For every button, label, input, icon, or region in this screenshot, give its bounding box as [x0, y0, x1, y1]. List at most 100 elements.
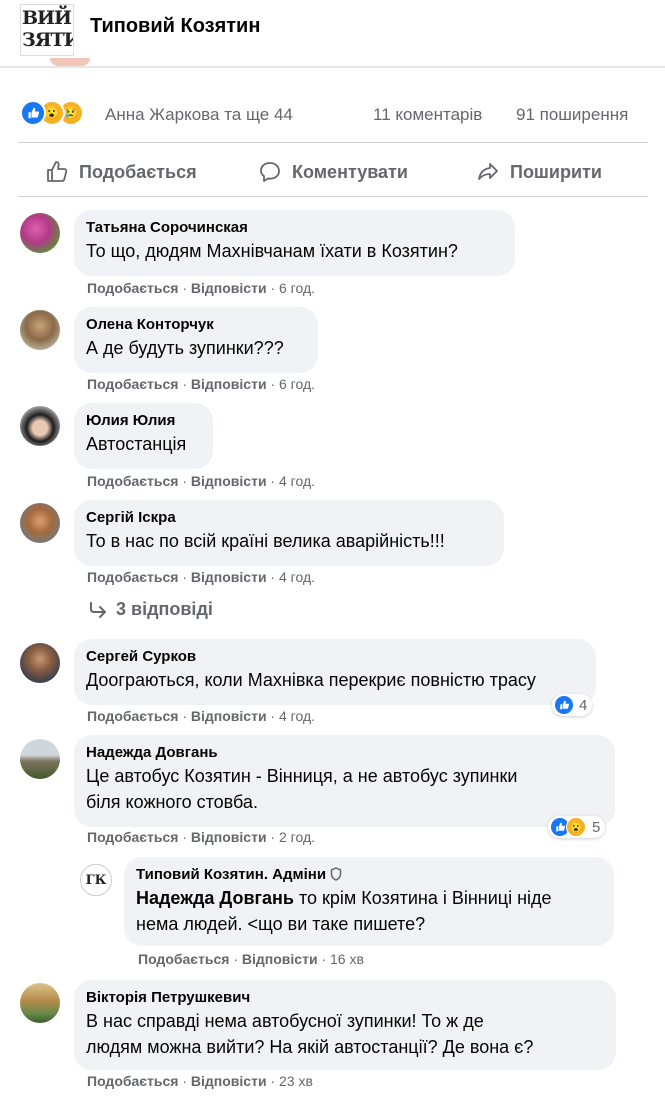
comment-text-line: людям можна вийти? На якій автостанції? … — [86, 1037, 534, 1057]
page-name[interactable]: Типовий Козятин — [90, 15, 260, 38]
comment-time[interactable]: 2 год. — [279, 829, 315, 845]
reply-bubble: Типовий Козятин. Адміни Надежда Довгань … — [124, 857, 614, 946]
comment-reply-link[interactable]: Відповісти — [191, 569, 267, 585]
comment-button-label: Коментувати — [292, 161, 408, 182]
reply-author-name: Типовий Козятин. Адміни — [136, 866, 327, 883]
page-logo[interactable]: ВИЙ ЗЯТИ — [20, 4, 74, 56]
comment-author[interactable]: Юлия Юлия — [86, 411, 201, 431]
share-arrow-icon — [478, 163, 498, 180]
like-icon[interactable] — [20, 100, 46, 126]
like-button-label: Подобається — [79, 161, 197, 182]
comment-meta: Подобається · Відповісти · 6 год. — [87, 376, 316, 392]
reaction-count: 4 — [579, 696, 588, 714]
comment-time[interactable]: 23 хв — [279, 1073, 313, 1089]
comment-time[interactable]: 4 год. — [279, 569, 315, 585]
comment-meta: Подобається · Відповісти · 23 хв — [87, 1073, 313, 1089]
comment-meta: Подобається · Відповісти · 4 год. — [87, 708, 316, 724]
page-avatar-text: ГК — [85, 872, 107, 888]
comment-time[interactable]: 6 год. — [279, 280, 315, 296]
reaction-count: 5 — [592, 818, 601, 836]
divider — [18, 196, 648, 197]
comment-reply-link[interactable]: Відповісти — [191, 1073, 267, 1089]
shares-count[interactable]: 91 поширення — [516, 105, 628, 125]
reply-time[interactable]: 16 хв — [330, 951, 364, 967]
comment-reactions[interactable]: 4 — [552, 694, 593, 716]
comment-like-link[interactable]: Подобається — [87, 569, 178, 585]
reply-reply-link[interactable]: Відповісти — [242, 951, 318, 967]
comment-reactions[interactable]: 😮 5 — [548, 816, 606, 838]
comment-author[interactable]: Олена Конторчук — [86, 315, 306, 335]
speech-bubble-icon — [260, 162, 280, 182]
comment-bubble: Сергей Сурков Доограються, коли Махнівка… — [74, 639, 596, 705]
comment-meta: Подобається · Відповісти · 2 год. — [87, 829, 316, 845]
comment-author[interactable]: Надежда Довгань — [86, 743, 603, 763]
comment-bubble: Сергій Іскра То в нас по всій країні вел… — [74, 500, 504, 566]
comment-time[interactable]: 6 год. — [279, 376, 315, 392]
comment-meta: Подобається · Відповісти · 4 год. — [87, 473, 316, 489]
view-replies-button[interactable]: 3 відповіді — [88, 599, 213, 620]
comment-author[interactable]: Татьяна Сорочинская — [86, 218, 503, 238]
share-button-label: Поширити — [510, 161, 602, 182]
avatar[interactable] — [20, 406, 60, 446]
reply-like-link[interactable]: Подобається — [138, 951, 229, 967]
share-button[interactable]: Поширити — [476, 158, 602, 186]
like-icon — [554, 695, 574, 715]
reply-text-line: нема людей. <що ви таке пишете? — [136, 914, 426, 934]
reply-text: то крім Козятина і Вінниці ніде — [293, 888, 552, 908]
avatar[interactable] — [20, 643, 60, 683]
comment-author[interactable]: Сергей Сурков — [86, 647, 584, 667]
comment-like-link[interactable]: Подобається — [87, 473, 178, 489]
comment-text: А де будуть зупинки??? — [86, 338, 284, 358]
comment-reply-link[interactable]: Відповісти — [191, 829, 267, 845]
avatar[interactable] — [20, 310, 60, 350]
post-image-edge — [50, 58, 90, 66]
comment-text-line: Це автобус Козятин - Вінниця, а не автоб… — [86, 766, 518, 786]
divider — [18, 142, 648, 143]
avatar[interactable] — [20, 503, 60, 543]
reply-meta: Подобається · Відповісти · 16 хв — [138, 951, 364, 967]
comment-author[interactable]: Сергій Іскра — [86, 508, 492, 528]
reactors-text[interactable]: Анна Жаркова та ще 44 — [105, 105, 293, 125]
reply-text-line: Надежда Довгань то крім Козятина і Вінни… — [136, 885, 602, 911]
avatar[interactable] — [20, 213, 60, 253]
comment-text: Автостанція — [86, 434, 187, 454]
admin-shield-icon — [330, 867, 342, 881]
comment-text-line: біля кожного стовба. — [86, 792, 258, 812]
logo-text-line1: ВИЙ — [22, 7, 72, 29]
post-actions: Подобається Коментувати Поширити — [0, 150, 665, 194]
post-header: ВИЙ ЗЯТИ Типовий Козятин — [0, 0, 665, 56]
post-stats-row: 😮 😢 Анна Жаркова та ще 44 11 коментарів … — [0, 100, 665, 130]
comment-text: Доограються, коли Махнівка перекриє повн… — [86, 670, 536, 690]
like-button[interactable]: Подобається — [45, 158, 197, 186]
comment-bubble: Олена Конторчук А де будуть зупинки??? — [74, 307, 318, 373]
comment-meta: Подобається · Відповісти · 6 год. — [87, 280, 316, 296]
comment-bubble: Юлия Юлия Автостанція — [74, 403, 213, 469]
view-replies-label: 3 відповіді — [116, 599, 213, 619]
page-avatar[interactable]: ГК — [80, 864, 112, 896]
comment-meta: Подобається · Відповісти · 4 год. — [87, 569, 316, 585]
comment-like-link[interactable]: Подобається — [87, 708, 178, 724]
avatar[interactable] — [20, 983, 60, 1023]
comment-reply-link[interactable]: Відповісти — [191, 473, 267, 489]
avatar[interactable] — [20, 739, 60, 779]
comment-button[interactable]: Коментувати — [258, 158, 408, 186]
comment-like-link[interactable]: Подобається — [87, 376, 178, 392]
thumbs-up-icon — [47, 161, 68, 182]
comment-text-line: В нас справді нема автобусної зупинки! Т… — [86, 1011, 484, 1031]
comment-reply-link[interactable]: Відповісти — [191, 708, 267, 724]
reply-author[interactable]: Типовий Козятин. Адміни — [136, 865, 602, 885]
comment-like-link[interactable]: Подобається — [87, 280, 178, 296]
mention-link[interactable]: Надежда Довгань — [136, 888, 294, 908]
comment-text: То що, дюдям Махнівчанам їхати в Козятин… — [86, 241, 458, 261]
comment-time[interactable]: 4 год. — [279, 473, 315, 489]
comment-reply-link[interactable]: Відповісти — [191, 280, 267, 296]
comment-like-link[interactable]: Подобається — [87, 829, 178, 845]
reply-arrow-icon — [90, 601, 106, 618]
comments-count[interactable]: 11 коментарів — [373, 105, 482, 125]
comment-time[interactable]: 4 год. — [279, 708, 315, 724]
comment-author[interactable]: Вікторія Петрушкевич — [86, 988, 604, 1008]
comment-bubble: Надежда Довгань Це автобус Козятин - Він… — [74, 735, 615, 827]
wow-icon: 😮 — [566, 817, 586, 837]
comment-like-link[interactable]: Подобається — [87, 1073, 178, 1089]
comment-reply-link[interactable]: Відповісти — [191, 376, 267, 392]
